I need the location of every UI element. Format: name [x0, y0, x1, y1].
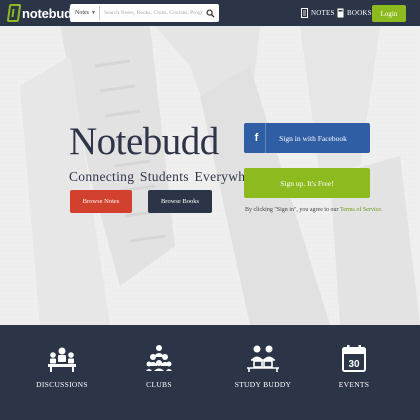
hero-section: Notebudd Connecting Students Everywhere … — [0, 26, 420, 325]
search-bar: Notes ▼ — [70, 4, 219, 22]
search-icon — [205, 8, 215, 18]
facebook-signin-button[interactable]: f Sign in with Facebook — [244, 123, 370, 153]
terms-of-service-link[interactable]: Terms of Service. — [340, 207, 382, 213]
feature-events[interactable]: 30 EVENTS — [314, 342, 394, 389]
nav-books-link[interactable]: BOOKS — [337, 7, 372, 19]
feature-study-buddy-label: STUDY BUDDY — [234, 380, 292, 389]
search-button[interactable] — [203, 6, 217, 20]
events-icon-day: 30 — [348, 359, 360, 370]
notes-icon — [301, 8, 308, 18]
study-buddy-icon — [247, 345, 279, 372]
hero-tagline: Connecting Students Everywhere — [69, 169, 263, 184]
login-button[interactable]: Login — [372, 5, 406, 22]
top-navbar: notebudd Notes ▼ NOTES BOOKS Login — [0, 0, 420, 26]
search-input[interactable] — [99, 6, 203, 20]
search-category-value: Notes — [75, 10, 89, 16]
hero-title: Notebudd — [69, 120, 219, 163]
terms-prefix: By clicking "Sign in", you agree to our — [245, 207, 340, 213]
feature-events-label: EVENTS — [338, 380, 370, 389]
feature-clubs-label: CLUBS — [146, 380, 172, 389]
chevron-down-icon: ▼ — [91, 10, 96, 16]
signup-button[interactable]: Sign up. It's Free! — [244, 168, 370, 198]
search-category-select[interactable]: Notes ▼ — [72, 6, 100, 20]
feature-discussions-label: DISCUSSIONS — [36, 380, 88, 389]
notebudd-logo[interactable]: notebudd — [6, 3, 80, 23]
books-icon — [337, 8, 344, 18]
logo-mark-icon — [6, 4, 22, 22]
nav-notes-link[interactable]: NOTES — [301, 7, 335, 19]
facebook-icon: f — [248, 123, 266, 153]
nav-notes-label: NOTES — [311, 9, 335, 17]
feature-study-buddy[interactable]: STUDY BUDDY — [223, 342, 303, 389]
events-icon: 30 — [342, 345, 366, 372]
discussions-icon — [48, 347, 76, 372]
features-bar: DISCUSSIONS CLUBS STUDY BUDDY 30 EVENTS — [0, 325, 420, 420]
facebook-signin-label: Sign in with Facebook — [279, 133, 347, 143]
browse-notes-button[interactable]: Browse Notes — [70, 190, 132, 213]
feature-clubs[interactable]: CLUBS — [119, 342, 199, 389]
browse-books-button[interactable]: Browse Books — [148, 190, 212, 213]
nav-books-label: BOOKS — [347, 9, 372, 17]
feature-discussions[interactable]: DISCUSSIONS — [22, 342, 102, 389]
clubs-icon — [146, 345, 172, 371]
terms-notice: By clicking "Sign in", you agree to our … — [245, 207, 382, 213]
